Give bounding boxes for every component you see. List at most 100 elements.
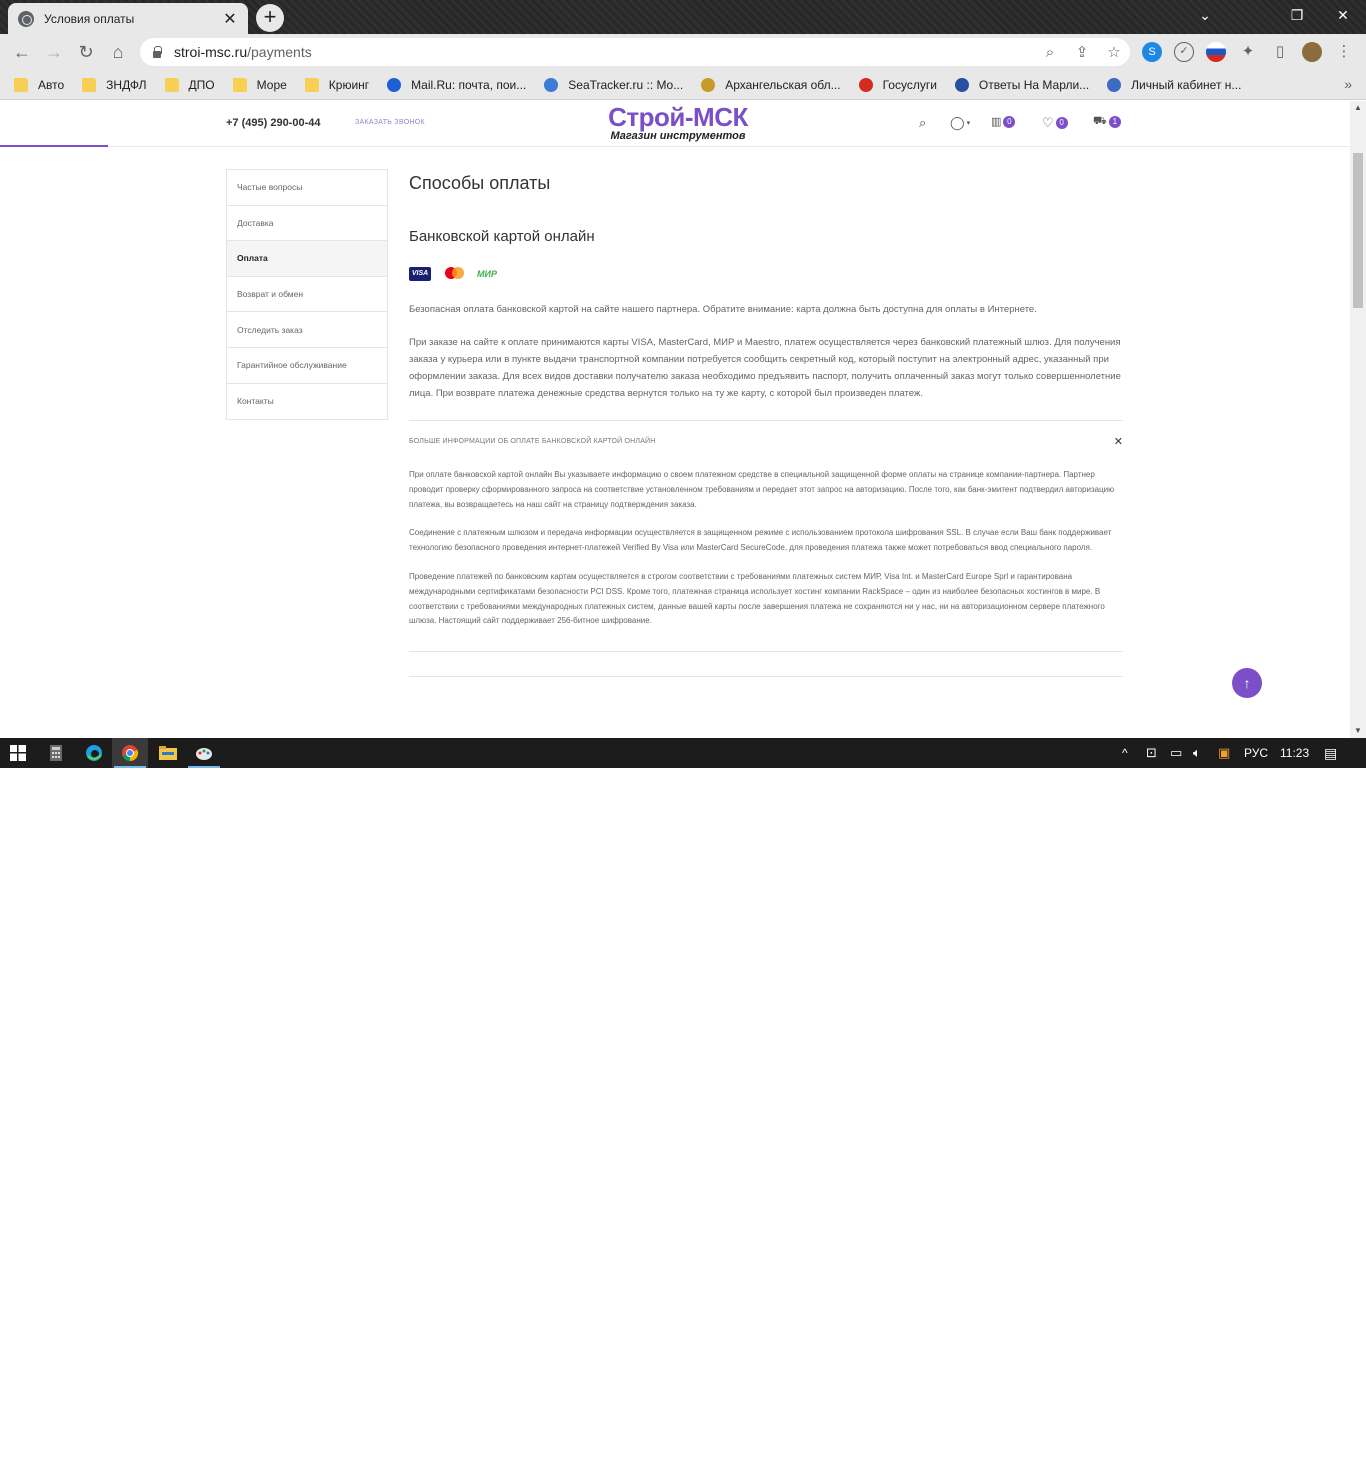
divider: [409, 651, 1123, 653]
new-tab-button[interactable]: +: [256, 4, 284, 32]
bookmark-label: Архангельская обл...: [725, 77, 841, 92]
accordion-title[interactable]: БОЛЬШЕ ИНФОРМАЦИИ ОБ ОПЛАТЕ БАНКОВСКОЙ К…: [409, 438, 656, 445]
folder-icon: [14, 77, 28, 92]
shield-extension-icon[interactable]: ✓: [1174, 42, 1194, 62]
bookmark-item[interactable]: Авто: [14, 77, 64, 92]
sidebar-item[interactable]: Оплата: [227, 241, 387, 277]
favorites-button[interactable]: ♡ 0: [1042, 115, 1068, 131]
tab-close-button[interactable]: ✕: [222, 9, 238, 29]
bookmark-item[interactable]: Mail.Ru: почта, пои...: [387, 77, 527, 92]
scrollbar-thumb[interactable]: [1353, 153, 1363, 308]
info-sidebar: Частые вопросы Доставка Оплата Возврат и об…: [226, 169, 388, 421]
url-text[interactable]: stroi-msc.ru/payments: [174, 44, 1034, 60]
forward-arrow-icon[interactable]: →: [42, 40, 66, 64]
folder-icon: [82, 77, 97, 92]
mastercard-logo-icon: [443, 267, 465, 281]
heart-icon: ♡: [1042, 115, 1054, 130]
notifications-icon[interactable]: ▤: [1324, 738, 1337, 768]
bookmark-item[interactable]: Ответы На Марли...: [954, 77, 1089, 92]
sidebar-item[interactable]: Гарантийное обслуживание: [227, 348, 387, 384]
close-window-icon[interactable]: ✕: [1320, 0, 1366, 30]
scroll-up-arrow-icon[interactable]: ▲: [1350, 101, 1366, 115]
user-icon[interactable]: ◯ ▾: [950, 115, 970, 131]
page-title: Способы оплаты: [409, 173, 551, 193]
visa-logo-icon: VISA: [409, 267, 431, 281]
section-title: Банковской картой онлайн: [409, 228, 595, 245]
scroll-down-arrow-icon[interactable]: ▼: [1350, 724, 1366, 738]
bookmark-item[interactable]: Госуслуги: [858, 77, 937, 92]
back-arrow-icon[interactable]: ←: [10, 40, 34, 64]
shazam-extension-icon[interactable]: S: [1142, 42, 1162, 62]
russia-flag-icon: [858, 77, 873, 92]
close-icon[interactable]: ✕: [1114, 435, 1123, 448]
sidebar-item[interactable]: Доставка: [227, 206, 387, 242]
edge-browser-icon[interactable]: [76, 738, 112, 768]
running-app-indicator: [188, 766, 220, 768]
reload-icon[interactable]: ↻: [74, 40, 98, 64]
compare-button[interactable]: ▥ 0: [991, 115, 1016, 128]
home-icon[interactable]: ⌂: [106, 40, 130, 64]
side-panel-icon[interactable]: ▯: [1270, 42, 1290, 62]
paint-app-icon[interactable]: [186, 738, 222, 768]
globe-icon: [18, 10, 34, 27]
network-icon[interactable]: ⊡: [1146, 738, 1157, 768]
bookmark-item[interactable]: Архангельская обл...: [701, 77, 841, 92]
emblem-icon: [1107, 77, 1122, 92]
bookmark-item[interactable]: Личный кабинет н...: [1107, 77, 1242, 92]
zoom-icon[interactable]: ⌕: [1034, 44, 1066, 61]
bookmark-label: Mail.Ru: почта, пои...: [411, 77, 527, 92]
chrome-browser-icon[interactable]: [112, 738, 148, 768]
bookmark-item[interactable]: SeaTracker.ru :: Mo...: [544, 77, 683, 92]
flag-extension-icon[interactable]: [1206, 42, 1226, 62]
bookmarks-bar: Авто ЗНДФЛ ДПО Море Крюинг Mail.Ru: почта, по…: [0, 70, 1366, 100]
browser-titlebar: Условия оплаты ✕ + ⌄ ❐ ✕: [0, 0, 1366, 34]
bookmark-item[interactable]: ДПО: [164, 77, 215, 92]
search-icon[interactable]: ⌕: [919, 115, 926, 131]
battery-icon[interactable]: ▭: [1170, 738, 1182, 768]
folder-icon: [304, 77, 319, 92]
cart-button[interactable]: ⛟ 1: [1093, 115, 1121, 129]
puzzle-extensions-icon[interactable]: ✦: [1238, 42, 1258, 62]
address-bar[interactable]: stroi-msc.ru/payments ⌕ ⇪ ☆: [140, 38, 1130, 66]
clock[interactable]: 11:23: [1280, 738, 1309, 768]
lock-icon[interactable]: [152, 46, 162, 58]
bookmark-item[interactable]: Крюинг: [304, 77, 369, 92]
brand-tagline: Магазин инструментов: [610, 130, 746, 142]
sidebar-item[interactable]: Частые вопросы: [227, 170, 387, 206]
tray-app-icon[interactable]: ▣: [1218, 738, 1230, 768]
scroll-progress-bar: [0, 145, 108, 147]
file-explorer-icon[interactable]: [150, 738, 186, 768]
share-icon[interactable]: ⇪: [1066, 43, 1098, 61]
bookmark-label: Личный кабинет н...: [1131, 77, 1242, 92]
browser-tab[interactable]: Условия оплаты ✕: [8, 3, 248, 34]
accordion-paragraph: Соединение с платежным шлюзом и передача…: [409, 528, 1112, 553]
cart-icon: ⛟: [1093, 115, 1107, 127]
payment-cards: VISA МИР: [409, 267, 1123, 281]
divider: [409, 676, 1123, 678]
sidebar-item[interactable]: Возврат и обмен: [227, 277, 387, 313]
bookmark-item[interactable]: Море: [232, 77, 287, 92]
phone-number[interactable]: +7 (495) 290-00-44: [226, 117, 320, 129]
tab-search-icon[interactable]: ⌄: [1182, 0, 1228, 30]
calculator-icon[interactable]: [38, 738, 74, 768]
accordion-header[interactable]: БОЛЬШЕ ИНФОРМАЦИИ ОБ ОПЛАТЕ БАНКОВСКОЙ К…: [409, 435, 1123, 448]
windows-start-icon[interactable]: [0, 738, 36, 768]
scroll-to-top-button[interactable]: ↑: [1232, 668, 1262, 698]
globe-icon: [544, 77, 559, 92]
sidebar-item[interactable]: Контакты: [227, 384, 387, 420]
bookmark-item[interactable]: ЗНДФЛ: [82, 77, 147, 92]
callback-link[interactable]: ЗАКАЗАТЬ ЗВОНОК: [355, 119, 425, 126]
star-icon[interactable]: ☆: [1098, 43, 1130, 61]
page-scrollbar[interactable]: ▲ ▼: [1350, 101, 1366, 738]
restore-window-icon[interactable]: ❐: [1274, 0, 1320, 30]
sidebar-item[interactable]: Отследить заказ: [227, 312, 387, 348]
bookmark-label: ДПО: [188, 77, 215, 92]
profile-avatar[interactable]: [1302, 42, 1322, 62]
show-hidden-icons-chevron-icon[interactable]: ^: [1122, 738, 1128, 768]
volume-icon[interactable]: 🔈︎: [1193, 738, 1201, 768]
bookmarks-overflow-chevron-icon[interactable]: »: [1344, 76, 1352, 92]
language-indicator[interactable]: РУС: [1244, 738, 1268, 768]
menu-kebab-icon[interactable]: ⋮: [1334, 42, 1354, 62]
page-viewport: +7 (495) 290-00-44 ЗАКАЗАТЬ ЗВОНОК Строй…: [0, 101, 1350, 738]
site-logo[interactable]: Строй-МСК Магазин инструментов: [598, 104, 758, 142]
